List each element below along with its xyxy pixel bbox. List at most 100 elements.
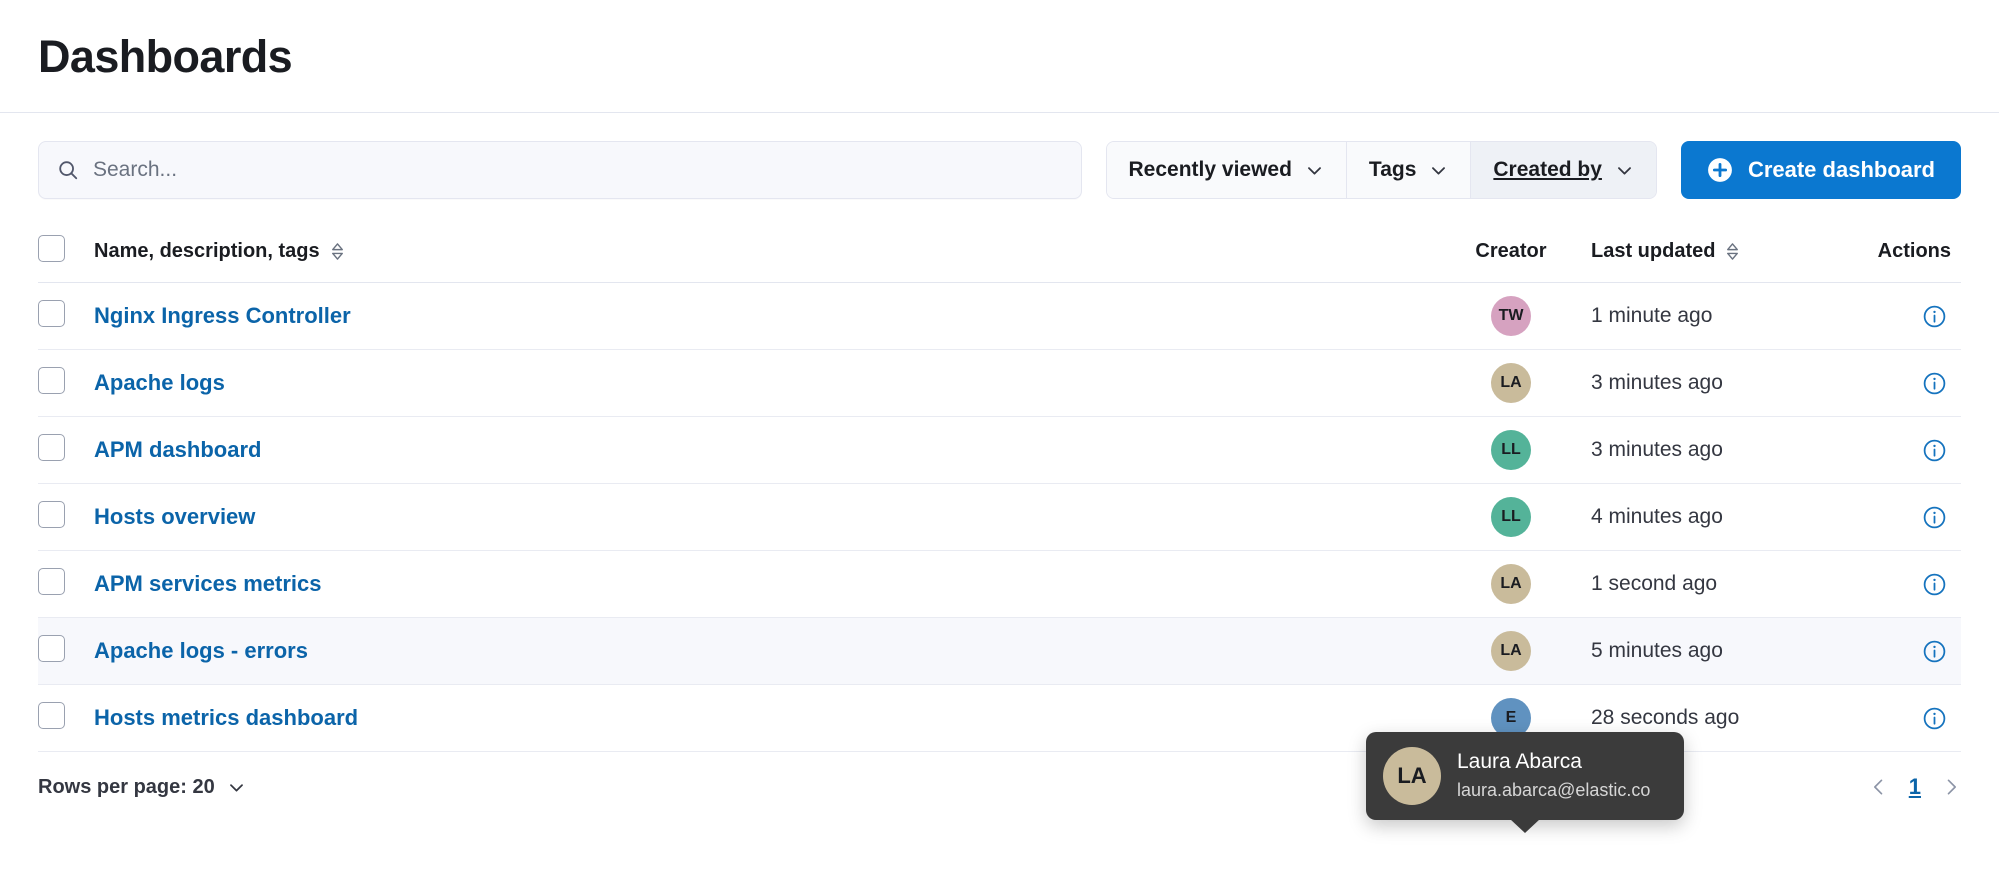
row-creator-cell: LA (1431, 350, 1591, 417)
creator-avatar[interactable]: LL (1491, 430, 1531, 470)
pagination: 1 (1869, 774, 1961, 800)
table-header-row: Name, description, tags Creator Last upd… (38, 223, 1961, 283)
filter-recently-viewed-label: Recently viewed (1128, 158, 1292, 181)
table-head: Name, description, tags Creator Last upd… (38, 223, 1961, 283)
creator-avatar[interactable]: TW (1491, 296, 1531, 336)
row-checkbox[interactable] (38, 433, 65, 461)
table-row[interactable]: Apache logs - errors LA 5 minutes ago (38, 617, 1961, 685)
row-checkbox[interactable] (38, 299, 65, 327)
create-dashboard-button[interactable]: Create dashboard (1680, 141, 1961, 199)
creator-avatar[interactable]: LA (1491, 564, 1531, 604)
info-icon[interactable] (1922, 438, 1947, 463)
info-icon[interactable] (1922, 505, 1947, 530)
row-name-cell: APM services metrics (94, 551, 1431, 618)
row-name-cell: Nginx Ingress Controller (94, 283, 1431, 350)
row-actions-cell (1841, 484, 1961, 551)
creator-avatar[interactable]: LA (1491, 363, 1531, 403)
row-actions-cell (1841, 350, 1961, 417)
dashboard-link[interactable]: Nginx Ingress Controller (94, 303, 351, 328)
row-checkbox[interactable] (38, 567, 65, 595)
info-icon[interactable] (1922, 572, 1947, 597)
tooltip-arrow (1510, 819, 1540, 833)
row-select-cell (38, 685, 94, 752)
row-updated-cell: 4 minutes ago (1591, 505, 1723, 528)
pagination-page-1[interactable]: 1 (1909, 774, 1921, 800)
row-select-cell (38, 350, 94, 417)
filter-created-by-label: Created by (1493, 158, 1602, 181)
header-name-cell[interactable]: Name, description, tags (94, 223, 1431, 283)
table-row[interactable]: Apache logs LA 3 minutes ago (38, 350, 1961, 417)
row-creator-cell: LL (1431, 484, 1591, 551)
row-checkbox[interactable] (38, 500, 65, 528)
table-row[interactable]: APM dashboard LL 3 minutes ago (38, 417, 1961, 484)
dashboards-table: Name, description, tags Creator Last upd… (38, 223, 1961, 752)
row-creator-cell: LL (1431, 417, 1591, 484)
row-creator-cell: LA (1431, 618, 1591, 685)
row-checkbox[interactable] (38, 701, 65, 729)
row-select-cell (38, 283, 94, 350)
header-updated-cell[interactable]: Last updated (1591, 223, 1841, 283)
filter-tags[interactable]: Tags (1346, 142, 1472, 198)
page-header: Dashboards (0, 0, 1999, 113)
row-actions-cell (1841, 685, 1961, 752)
chevron-right-icon[interactable] (1941, 775, 1961, 799)
dashboard-link[interactable]: Hosts metrics dashboard (94, 705, 358, 730)
info-icon[interactable] (1922, 371, 1947, 396)
row-select-cell (38, 618, 94, 685)
sort-arrows-icon[interactable] (1724, 242, 1741, 261)
page-title: Dashboards (38, 30, 293, 82)
tooltip-avatar: LA (1383, 747, 1441, 805)
row-select-cell (38, 551, 94, 618)
row-updated-cell: 3 minutes ago (1591, 438, 1723, 461)
row-name-cell: Hosts metrics dashboard (94, 685, 1431, 752)
dashboard-link[interactable]: Apache logs (94, 370, 225, 395)
info-icon[interactable] (1922, 639, 1947, 664)
row-updated-cell: 1 minute ago (1591, 304, 1713, 327)
row-creator-cell: TW (1431, 283, 1591, 350)
search-input[interactable] (93, 158, 1063, 182)
dashboards-table-wrapper: Name, description, tags Creator Last upd… (0, 199, 1999, 833)
filter-recently-viewed[interactable]: Recently viewed (1106, 142, 1347, 198)
table-row[interactable]: Hosts overview LL 4 minutes ago (38, 484, 1961, 551)
info-icon[interactable] (1922, 706, 1947, 731)
row-name-cell: Apache logs (94, 350, 1431, 417)
header-updated-label: Last updated (1591, 240, 1716, 262)
row-actions-cell (1841, 417, 1961, 484)
select-all-checkbox[interactable] (38, 235, 65, 262)
info-icon[interactable] (1922, 304, 1947, 329)
row-creator-cell: LA (1431, 551, 1591, 618)
sort-arrows-icon[interactable] (329, 242, 346, 261)
header-actions-label: Actions (1877, 240, 1951, 262)
dashboard-link[interactable]: APM dashboard (94, 437, 261, 462)
controls-bar: Recently viewed Tags Created by Create d… (0, 113, 1999, 199)
row-actions-cell (1841, 283, 1961, 350)
creator-avatar[interactable]: LL (1491, 497, 1531, 537)
chevron-down-icon (1615, 161, 1634, 180)
row-checkbox[interactable] (38, 366, 65, 394)
create-dashboard-label: Create dashboard (1747, 157, 1935, 182)
table-row[interactable]: Nginx Ingress Controller TW 1 minute ago (38, 283, 1961, 350)
row-updated-cell: 1 second ago (1591, 572, 1718, 595)
filter-created-by[interactable]: Created by (1471, 142, 1656, 198)
rows-per-page-label: Rows per page: 20 (38, 775, 215, 798)
chevron-left-icon[interactable] (1869, 775, 1889, 799)
dashboard-link[interactable]: APM services metrics (94, 571, 321, 596)
search-icon (57, 159, 79, 181)
table-row[interactable]: APM services metrics LA 1 second ago (38, 551, 1961, 618)
chevron-down-icon (1305, 161, 1324, 180)
table-body: Nginx Ingress Controller TW 1 minute ago Ap… (38, 283, 1961, 752)
row-select-cell (38, 417, 94, 484)
creator-avatar[interactable]: LA (1491, 631, 1531, 671)
dashboard-link[interactable]: Hosts overview (94, 504, 255, 529)
row-actions-cell (1841, 618, 1961, 685)
dashboard-link[interactable]: Apache logs - errors (94, 638, 308, 663)
creator-tooltip: LA Laura Abarca laura.abarca@elastic.co (1366, 732, 1684, 833)
rows-per-page-select[interactable]: Rows per page: 20 (38, 776, 246, 799)
header-name-label: Name, description, tags (94, 240, 320, 262)
row-actions-cell (1841, 551, 1961, 618)
search-field[interactable] (38, 141, 1082, 199)
tooltip-user-email: laura.abarca@elastic.co (1457, 780, 1651, 801)
filter-button-group: Recently viewed Tags Created by (1105, 141, 1657, 199)
chevron-down-icon (1429, 161, 1448, 180)
row-checkbox[interactable] (38, 634, 65, 662)
